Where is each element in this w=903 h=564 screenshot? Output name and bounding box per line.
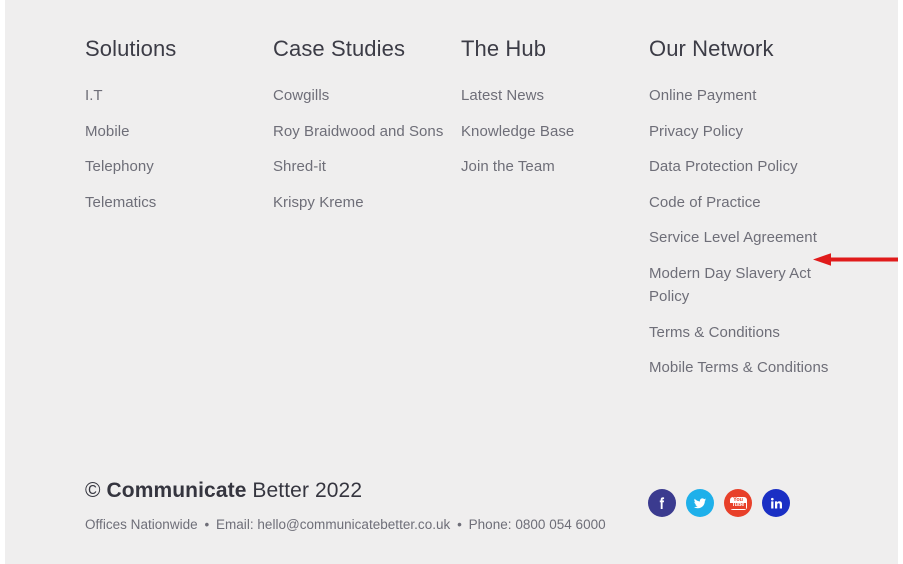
footer-link-shred-it[interactable]: Shred-it [273, 155, 453, 179]
screenshot-root: Solutions I.T Mobile Telephony Telematic… [0, 0, 903, 564]
copyright-symbol: © [85, 479, 101, 502]
list-item: Mobile Terms & Conditions [649, 356, 854, 380]
offices-text: Offices Nationwide [85, 517, 198, 532]
copyright-rest: Better 2022 [252, 479, 363, 502]
social-links: You Tube [648, 489, 790, 517]
social-link-twitter[interactable] [686, 489, 714, 517]
page-canvas: Solutions I.T Mobile Telephony Telematic… [5, 0, 898, 564]
link-list-the-hub: Latest News Knowledge Base Join the Team [461, 84, 641, 179]
column-heading-solutions: Solutions [85, 36, 177, 61]
column-heading-case-studies: Case Studies [273, 36, 406, 61]
list-item: Krispy Kreme [273, 191, 453, 215]
footer-column-case-studies: Case Studies Cowgills Roy Braidwood and … [273, 36, 453, 226]
list-item: Privacy Policy [649, 120, 854, 144]
column-heading-the-hub: The Hub [461, 36, 547, 61]
list-item: Service Level Agreement [649, 226, 854, 250]
footer-link-join-the-team[interactable]: Join the Team [461, 155, 641, 179]
footer-link-krispy-kreme[interactable]: Krispy Kreme [273, 191, 453, 215]
list-item: Telematics [85, 191, 265, 215]
footer-link-latest-news[interactable]: Latest News [461, 84, 641, 108]
footer-link-roy-braidwood-and-sons[interactable]: Roy Braidwood and Sons [273, 120, 453, 144]
social-link-facebook[interactable] [648, 489, 676, 517]
list-item: Telephony [85, 155, 265, 179]
youtube-icon: You Tube [729, 496, 747, 510]
facebook-icon [654, 495, 670, 511]
contact-line: Offices Nationwide • Email: hello@commun… [85, 515, 606, 535]
linkedin-icon [769, 496, 784, 511]
footer-link-modern-day-slavery-act-policy[interactable]: Modern Day Slavery Act Policy [649, 262, 854, 309]
link-list-case-studies: Cowgills Roy Braidwood and Sons Shred-it… [273, 84, 453, 214]
list-item: Modern Day Slavery Act Policy [649, 262, 854, 309]
footer-column-solutions: Solutions I.T Mobile Telephony Telematic… [85, 36, 265, 226]
bullet-separator: • [457, 517, 462, 532]
site-footer: Solutions I.T Mobile Telephony Telematic… [80, 0, 898, 564]
list-item: I.T [85, 84, 265, 108]
list-item: Knowledge Base [461, 120, 641, 144]
social-link-youtube[interactable]: You Tube [724, 489, 752, 517]
email-link[interactable]: hello@communicatebetter.co.uk [257, 517, 450, 532]
footer-link-it[interactable]: I.T [85, 84, 265, 108]
footer-link-service-level-agreement[interactable]: Service Level Agreement [649, 226, 854, 250]
youtube-glyph-tube: Tube [730, 502, 746, 509]
list-item: Data Protection Policy [649, 155, 854, 179]
phone-link[interactable]: 0800 054 6000 [515, 517, 605, 532]
footer-link-terms-and-conditions[interactable]: Terms & Conditions [649, 321, 854, 345]
footer-link-privacy-policy[interactable]: Privacy Policy [649, 120, 854, 144]
footer-bottom-bar: © Communicate Better 2022 Offices Nation… [80, 470, 880, 564]
bullet-separator: • [204, 517, 210, 532]
list-item: Online Payment [649, 84, 854, 108]
brand-name: Communicate [106, 479, 247, 502]
footer-link-knowledge-base[interactable]: Knowledge Base [461, 120, 641, 144]
twitter-icon [692, 495, 708, 511]
footer-column-our-network: Our Network Online Payment Privacy Polic… [649, 36, 854, 392]
footer-column-the-hub: The Hub Latest News Knowledge Base Join … [461, 36, 641, 191]
footer-link-telematics[interactable]: Telematics [85, 191, 265, 215]
footer-link-data-protection-policy[interactable]: Data Protection Policy [649, 155, 854, 179]
link-list-solutions: I.T Mobile Telephony Telematics [85, 84, 265, 214]
list-item: Cowgills [273, 84, 453, 108]
footer-link-telephony[interactable]: Telephony [85, 155, 265, 179]
list-item: Code of Practice [649, 191, 854, 215]
column-heading-our-network: Our Network [649, 36, 774, 61]
link-list-our-network: Online Payment Privacy Policy Data Prote… [649, 84, 854, 380]
footer-link-code-of-practice[interactable]: Code of Practice [649, 191, 854, 215]
list-item: Shred-it [273, 155, 453, 179]
footer-link-online-payment[interactable]: Online Payment [649, 84, 854, 108]
list-item: Mobile [85, 120, 265, 144]
footer-link-mobile[interactable]: Mobile [85, 120, 265, 144]
copyright-line: © Communicate Better 2022 [85, 478, 362, 504]
footer-link-mobile-terms-and-conditions[interactable]: Mobile Terms & Conditions [649, 356, 854, 380]
list-item: Roy Braidwood and Sons [273, 120, 453, 144]
list-item: Latest News [461, 84, 641, 108]
list-item: Join the Team [461, 155, 641, 179]
email-label: Email: [215, 517, 254, 532]
list-item: Terms & Conditions [649, 321, 854, 345]
social-link-linkedin[interactable] [762, 489, 790, 517]
footer-link-cowgills[interactable]: Cowgills [273, 84, 453, 108]
phone-label: Phone: [468, 517, 512, 532]
